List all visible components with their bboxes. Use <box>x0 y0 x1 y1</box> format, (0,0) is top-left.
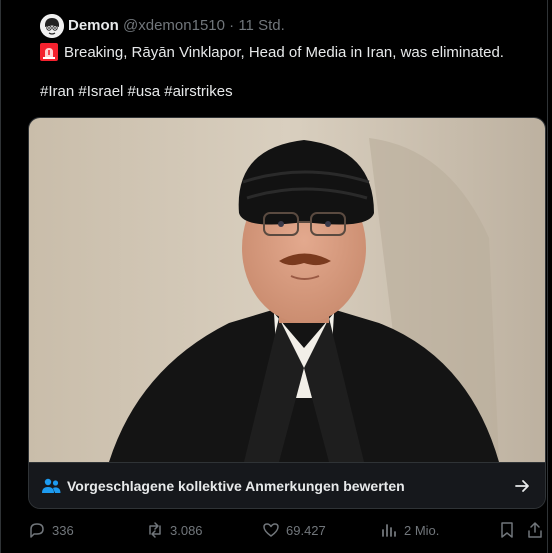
share-button[interactable] <box>526 518 544 542</box>
media-card[interactable]: Vorgeschlagene kollektive Anmerkungen be… <box>28 117 546 509</box>
tweet-text: Breaking, Rāyān Vinklapor, Head of Media… <box>40 43 504 61</box>
hashtags[interactable]: #Iran #Israel #usa #airstrikes <box>40 83 233 100</box>
right-border <box>547 0 548 553</box>
heart-icon <box>263 523 279 537</box>
avatar-icon <box>40 14 64 38</box>
avatar[interactable] <box>40 14 64 38</box>
reply-icon <box>30 523 44 538</box>
left-border <box>0 0 1 553</box>
community-notes-bar[interactable]: Vorgeschlagene kollektive Anmerkungen be… <box>29 462 545 508</box>
handle[interactable]: @xdemon1510 <box>123 17 225 34</box>
arrow-right-icon[interactable] <box>513 477 531 495</box>
repost-button[interactable]: 3.086 <box>146 518 203 542</box>
action-bar: 336 3.086 69.427 2 Mio. <box>0 518 552 544</box>
views-button[interactable]: 2 Mio. <box>380 518 439 542</box>
timestamp[interactable]: 11 Std. <box>238 17 284 34</box>
like-count: 69.427 <box>286 522 326 538</box>
bookmark-icon <box>501 522 513 538</box>
repost-count: 3.086 <box>170 522 203 538</box>
reply-count: 336 <box>52 522 74 538</box>
siren-icon <box>40 43 58 61</box>
share-icon <box>528 522 542 538</box>
separator: · <box>229 17 235 34</box>
tweet-header: Demon @xdemon1510 · 11 Std. <box>68 17 285 34</box>
like-button[interactable]: 69.427 <box>262 518 326 542</box>
post-photo[interactable] <box>29 118 545 462</box>
tweet-body: Breaking, Rāyān Vinklapor, Head of Media… <box>64 43 504 61</box>
views-chart-icon <box>382 524 396 537</box>
bookmark-button[interactable] <box>498 518 516 542</box>
community-notes-label[interactable]: Vorgeschlagene kollektive Anmerkungen be… <box>67 478 405 494</box>
people-icon <box>42 478 61 493</box>
reply-button[interactable]: 336 <box>28 518 74 542</box>
display-name[interactable]: Demon <box>68 17 119 34</box>
views-count: 2 Mio. <box>404 522 440 538</box>
repost-icon <box>149 522 161 538</box>
